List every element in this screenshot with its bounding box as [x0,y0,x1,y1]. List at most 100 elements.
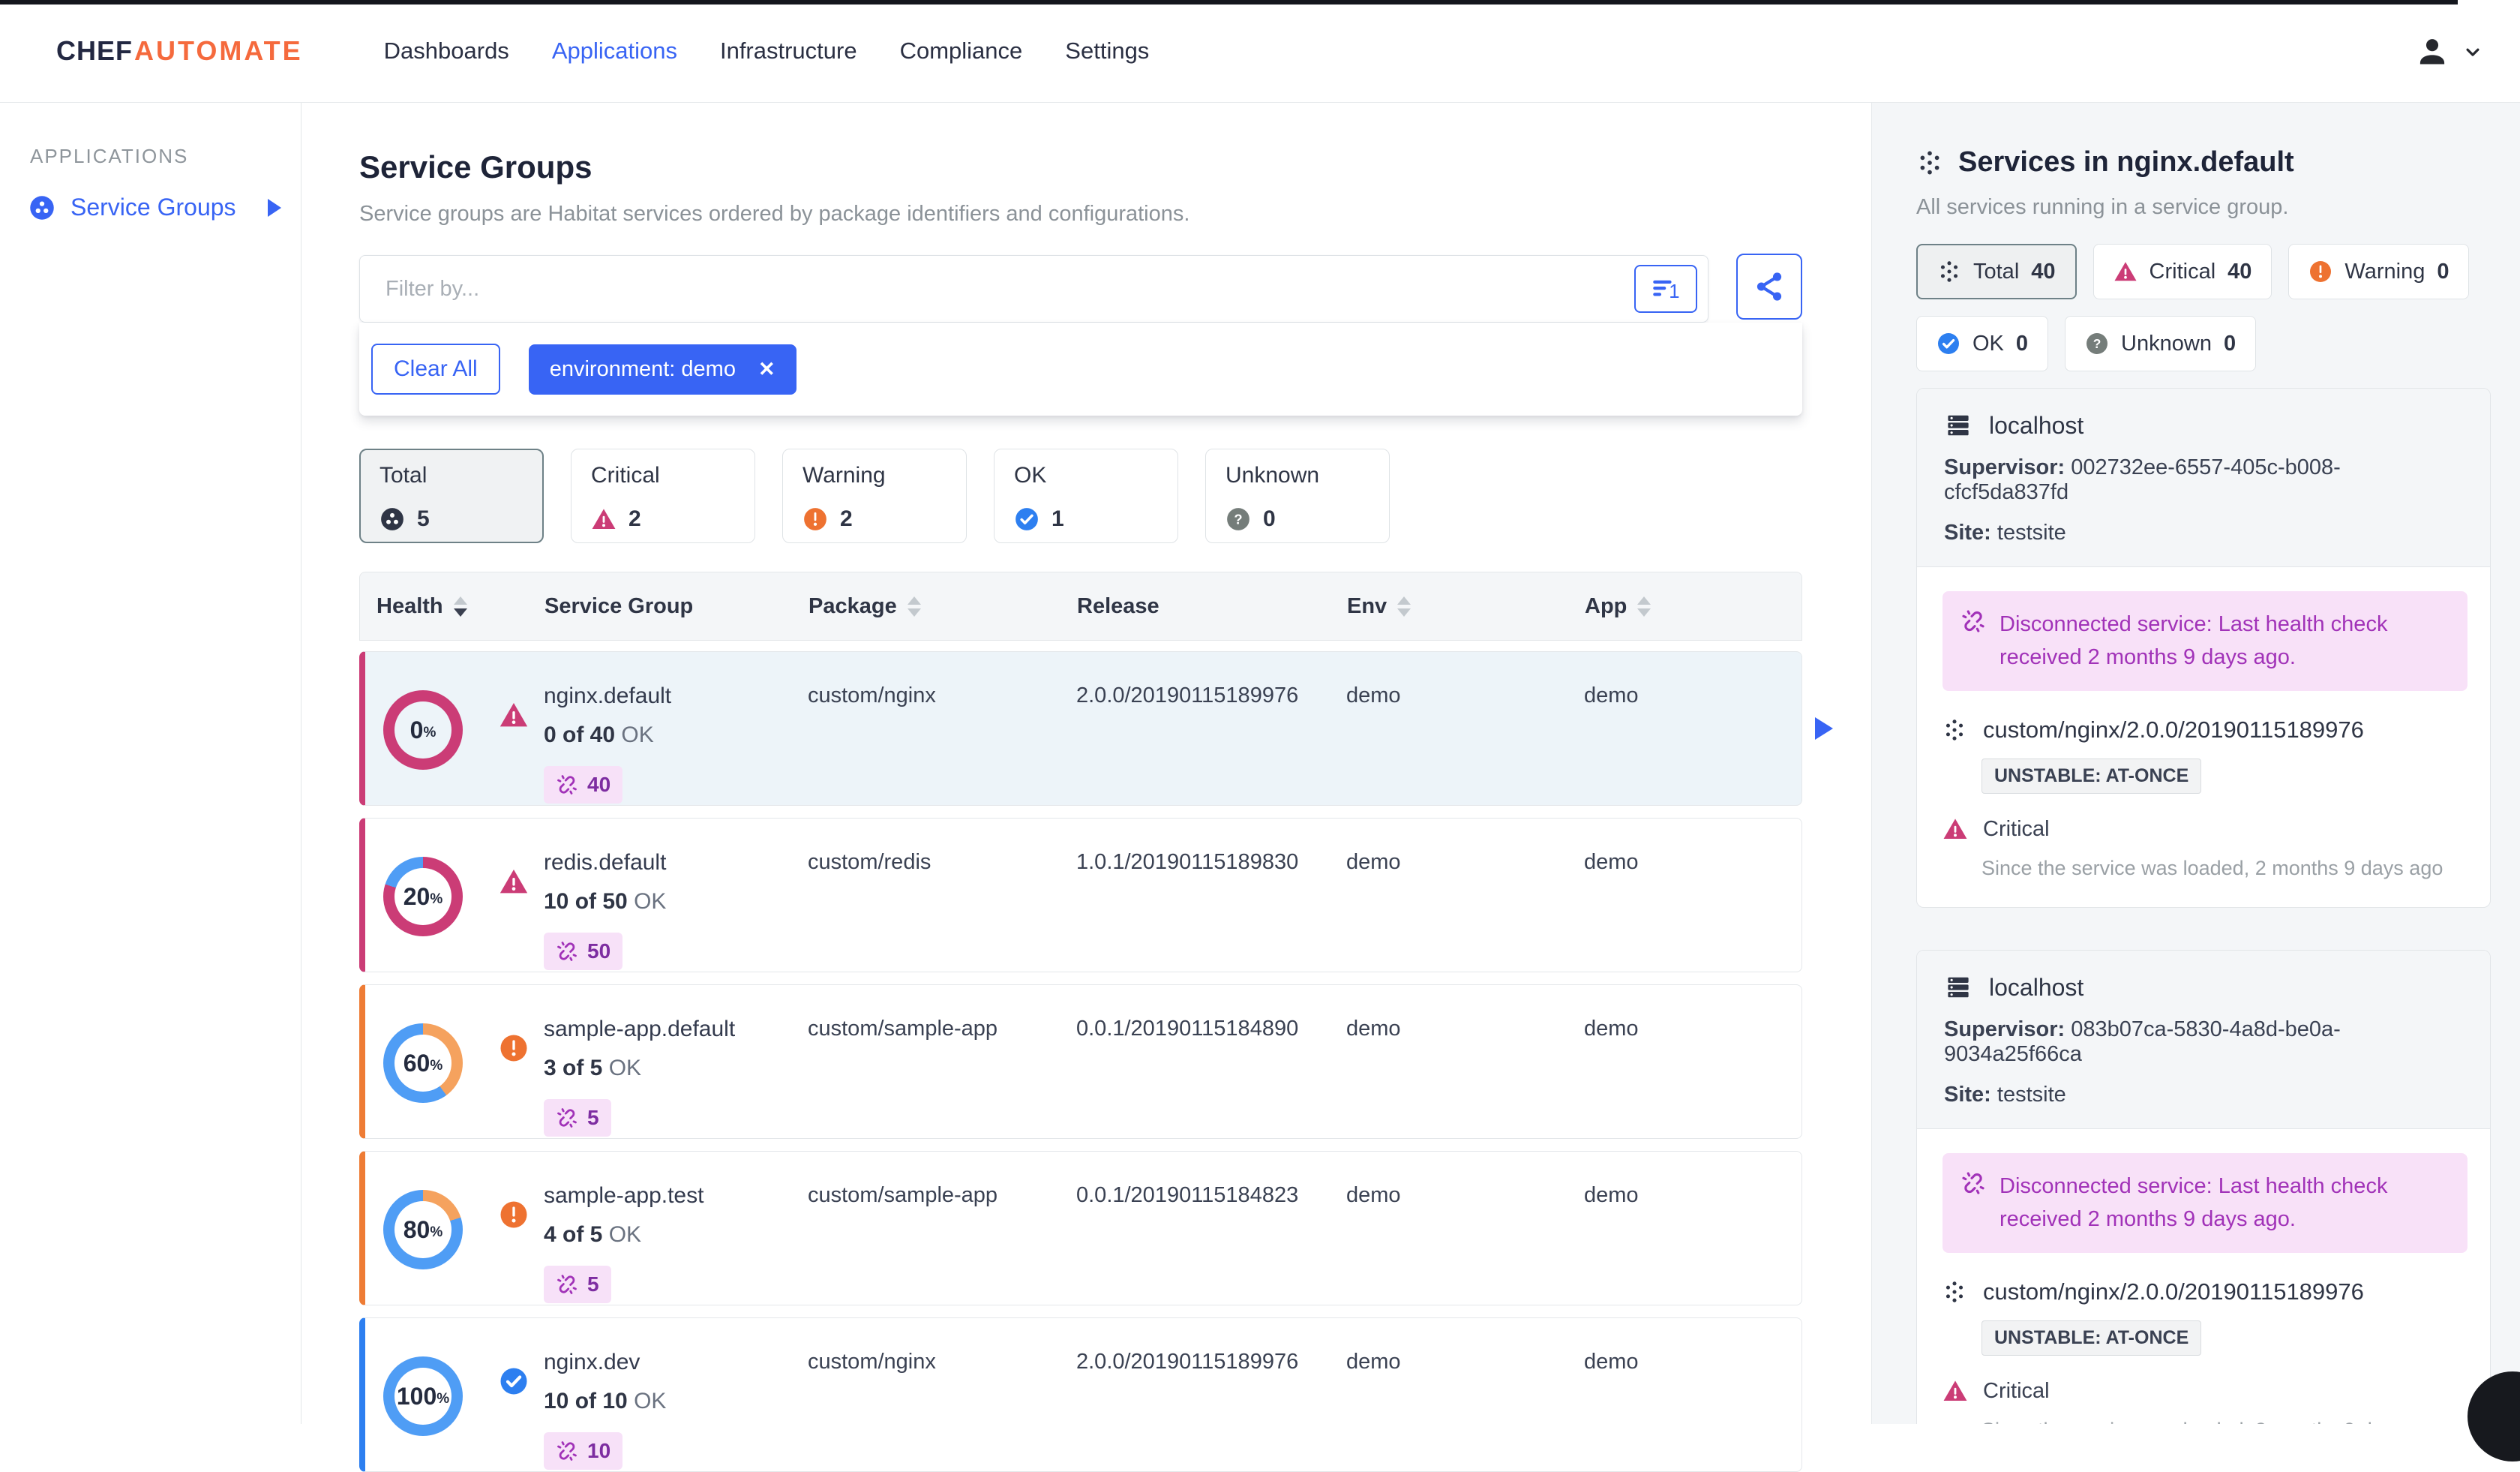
badge-label: Total [1973,259,2020,284]
status-card-warning[interactable]: Warning 2 [782,449,967,543]
server-icon [1944,411,1972,440]
service-group-name: nginx.dev [544,1350,640,1374]
health-cell: 60% [365,985,544,1138]
disconnected-icon [556,774,578,796]
column-label: App [1585,593,1628,618]
main-content: Service Groups Service groups are Habita… [302,103,1870,1472]
app-cell: demo [1584,1183,1639,1207]
critical-icon [1942,816,1968,842]
service-group-name: sample-app.test [544,1183,704,1208]
status-card-count: 2 [840,506,853,531]
filter-count-button[interactable]: 1 [1634,265,1697,313]
clear-all-button[interactable]: Clear All [371,344,500,395]
status-card-unknown[interactable]: Unknown ? 0 [1205,449,1390,543]
status-card-ok[interactable]: OK 1 [994,449,1178,543]
service-group-cell: sample-app.test 4 of 5 OK 5 [544,1152,808,1305]
ok-label: OK [634,1389,667,1413]
table-body: 0% nginx.default 0 of 40 OK 40 custom/ng… [359,651,1833,1472]
package-identifier: custom/nginx/2.0.0/20190115189976 [1983,716,2364,743]
column-header-env[interactable]: Env [1347,594,1585,619]
nav-tab-settings[interactable]: Settings [1065,38,1149,65]
service-group-cell: nginx.dev 10 of 10 OK 10 [544,1318,808,1471]
health-cell: 0% [365,652,544,805]
ok-count: 10 of 50 [544,889,628,914]
column-header-app[interactable]: App [1585,594,1802,619]
app-header: CHEF AUTOMATE Dashboards Applications Infr… [0,0,2520,103]
package-cell: custom/nginx [808,683,936,707]
nav-tab-applications[interactable]: Applications [552,38,677,65]
env-cell: demo [1346,1017,1401,1041]
service-group-row[interactable]: 0% nginx.default 0 of 40 OK 40 custom/ng… [359,651,1833,806]
service-group-cell: sample-app.default 3 of 5 OK 5 [544,985,808,1138]
release-cell: 1.0.1/20190115189830 [1076,850,1299,874]
share-button[interactable] [1736,254,1802,320]
user-menu[interactable] [2415,0,2484,103]
app-cell: demo [1584,1350,1639,1374]
sidebar-item-label: Service Groups [70,194,236,221]
disconnected-icon [1960,1170,1986,1196]
column-label: Health [376,593,443,618]
filter-chip[interactable]: environment: demo ✕ [528,344,796,395]
release-cell: 2.0.0/20190115189976 [1076,683,1299,707]
nav-tab-infrastructure[interactable]: Infrastructure [720,38,857,65]
filter-input[interactable] [360,275,1708,302]
service-group-name: nginx.default [544,683,672,708]
service-group-name: redis.default [544,850,667,875]
service-card: localhost Supervisor: 083b07ca-5830-4a8d… [1916,950,2491,1424]
critical-icon [2114,260,2138,284]
service-group-row[interactable]: 20% redis.default 10 of 50 OK 50 custom/… [359,818,1802,972]
column-header-health[interactable]: Health [360,594,544,619]
chef-automate-logo[interactable]: CHEF AUTOMATE [56,35,303,67]
service-group-row[interactable]: 60% sample-app.default 3 of 5 OK 5 custo… [359,984,1802,1139]
badge-count: 40 [2228,259,2252,284]
disconnected-count-badge[interactable]: 40 [544,766,623,804]
critical-icon [499,867,529,897]
nav-tab-compliance[interactable]: Compliance [900,38,1023,65]
filter-area: 1 Clear All environment: demo ✕ [359,254,1802,416]
service-health-label: Critical [1983,816,2050,841]
chevron-down-icon [2462,41,2484,63]
disconnected-alert-text: Disconnected service: Last health check … [2000,612,2388,669]
disconnected-alert: Disconnected service: Last health check … [1942,1153,2468,1253]
warning-icon [2308,260,2332,284]
disconnected-count-badge[interactable]: 10 [544,1432,623,1470]
warning-icon [802,506,828,532]
nav-tab-dashboards[interactable]: Dashboards [384,38,509,65]
health-cell: 20% [365,819,544,972]
supervisor-label: Supervisor: [1944,455,2066,479]
disconnected-count-badge[interactable]: 5 [544,1099,611,1137]
service-cards-list: localhost Supervisor: 002732ee-6557-405c… [1916,388,2491,1424]
table-header-row: Health Service Group Package Release Env [359,572,1802,641]
service-badge-ok[interactable]: OK 0 [1916,316,2049,371]
site-label: Site: [1944,1083,1991,1107]
critical-icon [1942,1378,1968,1404]
badge-label: OK [1972,331,2004,356]
health-donut: 0% [383,690,463,770]
filter-chips: environment: demo ✕ [500,344,796,395]
package-cell: custom/nginx [808,1350,936,1374]
service-badge-unknown[interactable]: ? Unknown 0 [2065,316,2257,371]
service-group-row[interactable]: 80% sample-app.test 4 of 5 OK 5 custom/s… [359,1151,1802,1305]
status-card-critical[interactable]: Critical 2 [571,449,755,543]
sidebar-items: Service Groups [0,194,301,221]
service-health-label: Critical [1983,1378,2050,1403]
sidebar-item-service-groups[interactable]: Service Groups [28,194,281,221]
service-group-row[interactable]: 100% nginx.dev 10 of 10 OK 10 custom/ngi… [359,1317,1802,1472]
column-header-package[interactable]: Package [808,594,1077,619]
status-card-total[interactable]: Total 5 [359,449,544,543]
update-strategy-badge: UNSTABLE: AT-ONCE [1982,1320,2202,1356]
status-card-label: OK [1014,463,1047,488]
service-badge-critical[interactable]: Critical 40 [2092,244,2272,299]
expand-caret-icon [268,198,281,217]
disconnected-count: 10 [587,1439,611,1462]
release-cell: 0.0.1/20190115184823 [1076,1183,1299,1207]
disconnected-count-badge[interactable]: 50 [544,933,623,970]
service-badge-warning[interactable]: Warning 0 [2288,244,2470,299]
chip-remove-icon[interactable]: ✕ [758,358,776,381]
service-badge-total[interactable]: Total 40 [1916,244,2077,299]
user-profile-icon [2415,35,2450,69]
habitat-dots-icon [1942,718,1966,742]
package-cell: custom/sample-app [808,1017,998,1041]
supervisor-label: Supervisor: [1944,1017,2066,1041]
disconnected-count-badge[interactable]: 5 [544,1266,611,1303]
